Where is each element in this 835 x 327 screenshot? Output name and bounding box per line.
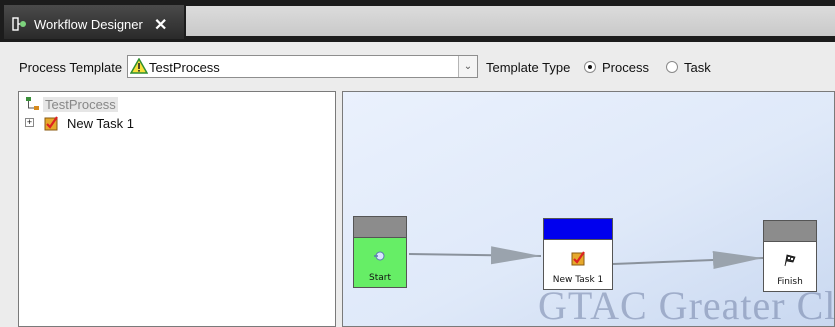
radio-task[interactable] bbox=[666, 61, 678, 73]
warning-icon bbox=[130, 58, 148, 74]
editor-tab-strip: Workflow Designer ✕ bbox=[0, 0, 835, 42]
task-icon bbox=[571, 251, 585, 266]
connector-start-to-task bbox=[408, 246, 542, 265]
task-node-header bbox=[544, 219, 612, 240]
radio-process[interactable] bbox=[584, 61, 596, 73]
start-node-body: Start bbox=[354, 238, 406, 287]
radio-process-label: Process bbox=[602, 60, 649, 75]
start-node-header bbox=[354, 217, 406, 238]
process-template-select[interactable]: TestProcess ⌄ bbox=[127, 55, 478, 78]
template-type-label: Template Type bbox=[486, 60, 571, 75]
close-icon[interactable]: ✕ bbox=[154, 15, 167, 35]
tree-item-label: New Task 1 bbox=[67, 116, 134, 131]
workflow-icon bbox=[12, 17, 26, 31]
tab-workflow-designer[interactable]: Workflow Designer ✕ bbox=[4, 5, 184, 39]
start-icon bbox=[374, 251, 385, 261]
process-template-label: Process Template bbox=[19, 60, 123, 75]
watermark: GTAC Greater Cl bbox=[538, 283, 835, 327]
task-icon bbox=[44, 116, 58, 131]
workflow-canvas[interactable]: Start New Task 1 Finish GTAC Greater Cl bbox=[342, 91, 835, 327]
tree-root-label: TestProcess bbox=[43, 97, 118, 112]
chevron-down-icon[interactable]: ⌄ bbox=[458, 56, 477, 77]
start-node[interactable]: Start bbox=[353, 216, 407, 288]
tab-strip-background bbox=[186, 6, 835, 36]
task-node-new-task-1[interactable]: New Task 1 bbox=[543, 218, 613, 290]
process-tree-icon bbox=[26, 97, 39, 110]
template-toolbar: Process Template TestProcess ⌄ Template … bbox=[0, 50, 835, 84]
start-node-label: Start bbox=[369, 273, 391, 283]
connector-task-to-finish bbox=[612, 251, 764, 269]
expand-icon[interactable]: + bbox=[25, 118, 34, 127]
tab-title: Workflow Designer bbox=[34, 17, 143, 32]
finish-flag-icon bbox=[784, 254, 796, 267]
radio-task-label: Task bbox=[684, 60, 711, 75]
process-template-value: TestProcess bbox=[149, 60, 220, 75]
process-tree: TestProcess + New Task 1 bbox=[18, 91, 336, 327]
finish-node-header bbox=[764, 221, 816, 242]
